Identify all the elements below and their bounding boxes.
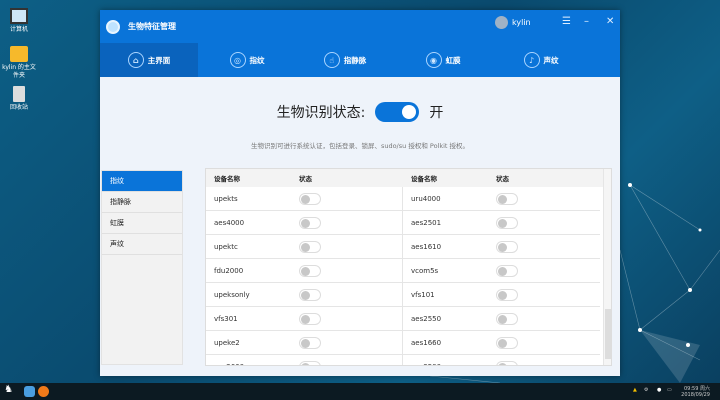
device-name: aes3500	[403, 355, 496, 366]
device-toggle[interactable]	[299, 240, 321, 253]
table-row: upeke2 aes1660	[206, 331, 611, 355]
volume-icon[interactable]: ●	[657, 387, 661, 393]
table-row: vfs301 aes2550	[206, 307, 611, 331]
start-menu-icon[interactable]: ♞	[4, 384, 15, 395]
table-header: 设备名称 状态 设备名称 状态	[206, 169, 611, 187]
device-toggle[interactable]	[299, 312, 321, 325]
iris-icon: ◉	[425, 52, 442, 68]
device-table: 设备名称 状态 设备名称 状态 upekts uru4000 aes4000 aes2…	[205, 168, 612, 366]
status-value: 开	[429, 105, 444, 121]
device-name: vcom5s	[403, 259, 496, 283]
minimize-icon[interactable]: –	[584, 16, 589, 27]
table-row: upeksonly vfs101	[206, 283, 611, 307]
tab-fingerprint[interactable]: ◎ 指纹	[198, 43, 296, 77]
device-toggle[interactable]	[496, 216, 518, 229]
sidebar-item-voiceprint[interactable]: 声纹	[102, 234, 182, 255]
device-name: upeke2	[206, 331, 299, 355]
device-toggle[interactable]	[496, 264, 518, 277]
taskbar: ♞ ▲ ⚙ ● ▭ 09:59 周六 2018/09/29	[0, 383, 720, 400]
folder-icon	[10, 46, 28, 62]
menu-icon[interactable]: ☰	[562, 16, 571, 27]
device-toggle[interactable]	[496, 288, 518, 301]
device-name: aes2501	[403, 211, 496, 235]
settings-tray-icon[interactable]: ⚙	[644, 387, 648, 393]
device-toggle[interactable]	[299, 336, 321, 349]
home-icon: ⌂	[127, 52, 144, 68]
scrollbar-thumb[interactable]	[605, 309, 611, 359]
device-name: upekts	[206, 187, 299, 211]
clock[interactable]: 09:59 周六 2018/09/29	[681, 386, 710, 398]
device-name: aes2550	[403, 307, 496, 331]
biometric-status: 生物识别状态: 开	[100, 102, 620, 122]
tab-voiceprint[interactable]: ♪ 声纹	[492, 43, 590, 77]
username: kylin	[512, 18, 531, 27]
device-name: aes1610	[403, 235, 496, 259]
device-name: uru4000	[403, 187, 496, 211]
device-toggle[interactable]	[496, 192, 518, 205]
title-bar: 生物特征管理 kylin ☰ – ✕	[100, 10, 620, 43]
tab-home[interactable]: ⌂ 主界面	[100, 43, 198, 77]
device-toggle[interactable]	[299, 192, 321, 205]
tab-finger-vein[interactable]: ☝ 指静脉	[296, 43, 394, 77]
device-name: upeksonly	[206, 283, 299, 307]
finger-vein-icon: ☝	[323, 52, 340, 68]
device-name: upektc	[206, 235, 299, 259]
sidebar-item-fingerprint[interactable]: 指纹	[102, 171, 182, 192]
status-description: 生物识别可进行系统认证，包括登录、锁屏、sudo/su 授权和 Polkit 授…	[250, 142, 470, 150]
tab-bar: ⌂ 主界面 ◎ 指纹 ☝ 指静脉 ◉ 虹膜 ♪ 声纹	[100, 43, 620, 77]
network-icon[interactable]: ▭	[667, 387, 672, 393]
device-toggle[interactable]	[299, 360, 321, 365]
table-scrollbar[interactable]	[603, 169, 611, 365]
table-row: upekts uru4000	[206, 187, 611, 211]
desktop-icon-computer[interactable]: 计算机	[2, 8, 36, 34]
file-manager-icon[interactable]	[24, 386, 35, 397]
avatar	[495, 16, 508, 29]
fingerprint-icon: ◎	[229, 52, 246, 68]
device-name: vfs301	[206, 307, 299, 331]
device-toggle[interactable]	[299, 216, 321, 229]
voiceprint-icon: ♪	[523, 52, 540, 68]
device-name: aes2660	[206, 355, 299, 366]
device-name: fdu2000	[206, 259, 299, 283]
user-info[interactable]: kylin	[495, 16, 531, 29]
desktop-icon-trash[interactable]: 回收站	[2, 86, 36, 112]
biometric-manager-window: 生物特征管理 kylin ☰ – ✕ ⌂ 主界面 ◎ 指纹 ☝ 指静脉 ◉ 虹膜 ♪ 声纹…	[100, 10, 620, 376]
device-toggle[interactable]	[496, 312, 518, 325]
device-name: aes4000	[206, 211, 299, 235]
table-row: fdu2000 vcom5s	[206, 259, 611, 283]
browser-icon[interactable]	[38, 386, 49, 397]
trash-icon	[13, 86, 25, 102]
device-name: vfs101	[403, 283, 496, 307]
close-icon[interactable]: ✕	[606, 16, 614, 27]
sidebar-item-iris[interactable]: 虹膜	[102, 213, 182, 234]
app-logo-icon	[106, 19, 120, 34]
table-row: aes2660 aes3500	[206, 355, 611, 366]
biometric-status-toggle[interactable]	[375, 102, 420, 122]
device-toggle[interactable]	[299, 288, 321, 301]
window-title: 生物特征管理	[128, 22, 176, 31]
device-toggle[interactable]	[299, 264, 321, 277]
desktop-icon-home-folder[interactable]: kylin 的主文件夹	[2, 46, 36, 80]
table-row: aes4000 aes2501	[206, 211, 611, 235]
computer-icon	[10, 8, 28, 24]
device-toggle[interactable]	[496, 360, 518, 365]
sidebar: 指纹 指静脉 虹膜 声纹	[101, 170, 183, 365]
sidebar-item-finger-vein[interactable]: 指静脉	[102, 192, 182, 213]
device-toggle[interactable]	[496, 240, 518, 253]
status-label: 生物识别状态:	[276, 105, 366, 121]
device-name: aes1660	[403, 331, 496, 355]
tab-iris[interactable]: ◉ 虹膜	[394, 43, 492, 77]
table-row: upektc aes1610	[206, 235, 611, 259]
device-toggle[interactable]	[496, 336, 518, 349]
warning-icon[interactable]: ▲	[633, 387, 637, 393]
